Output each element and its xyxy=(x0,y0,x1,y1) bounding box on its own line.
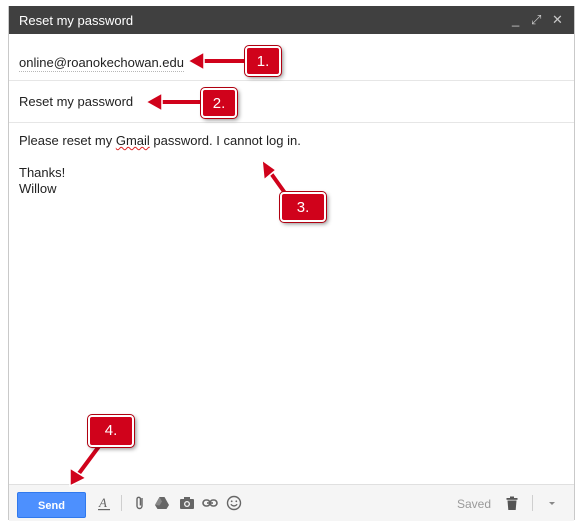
link-icon[interactable] xyxy=(202,495,218,511)
emoji-icon[interactable] xyxy=(226,495,242,511)
subject-text: Reset my password xyxy=(19,94,134,109)
body-line-4: Willow xyxy=(19,181,57,196)
svg-text:A: A xyxy=(98,495,107,510)
formatting-icon[interactable]: A xyxy=(96,495,112,511)
callout-1: 1. xyxy=(245,46,281,76)
attach-icon[interactable] xyxy=(132,495,148,511)
drive-icon[interactable] xyxy=(154,495,170,511)
send-button[interactable]: Send xyxy=(17,492,86,518)
toolbar-separator xyxy=(121,495,122,511)
minimize-icon[interactable]: _ xyxy=(512,12,519,28)
recipient-chip[interactable]: online@roanokechowan.edu xyxy=(19,55,184,72)
save-status: Saved xyxy=(457,497,492,511)
compose-toolbar: Send A Saved xyxy=(9,484,574,521)
close-icon[interactable]: ✕ xyxy=(552,12,563,28)
callout-3: 3. xyxy=(280,192,326,222)
trash-icon[interactable] xyxy=(504,495,520,511)
more-options-icon[interactable] xyxy=(544,495,560,511)
popout-icon[interactable]: ⤢ xyxy=(531,12,541,28)
to-field[interactable]: online@roanokechowan.edu xyxy=(9,46,574,81)
body-line-1: Please reset my Gmail password. I cannot… xyxy=(19,133,301,148)
spellcheck-word[interactable]: Gmail xyxy=(116,133,150,148)
body-line-3: Thanks! xyxy=(19,165,66,180)
callout-4: 4. xyxy=(88,415,134,447)
compose-title: Reset my password xyxy=(19,13,134,28)
subject-field[interactable]: Reset my password xyxy=(9,86,574,123)
toolbar-separator xyxy=(532,495,533,511)
callout-2: 2. xyxy=(201,88,237,118)
message-body[interactable]: Please reset my Gmail password. I cannot… xyxy=(19,133,301,197)
body-line-2 xyxy=(19,149,301,165)
photo-icon[interactable] xyxy=(179,495,195,511)
compose-titlebar[interactable]: Reset my password _ ⤢ ✕ xyxy=(9,6,574,34)
